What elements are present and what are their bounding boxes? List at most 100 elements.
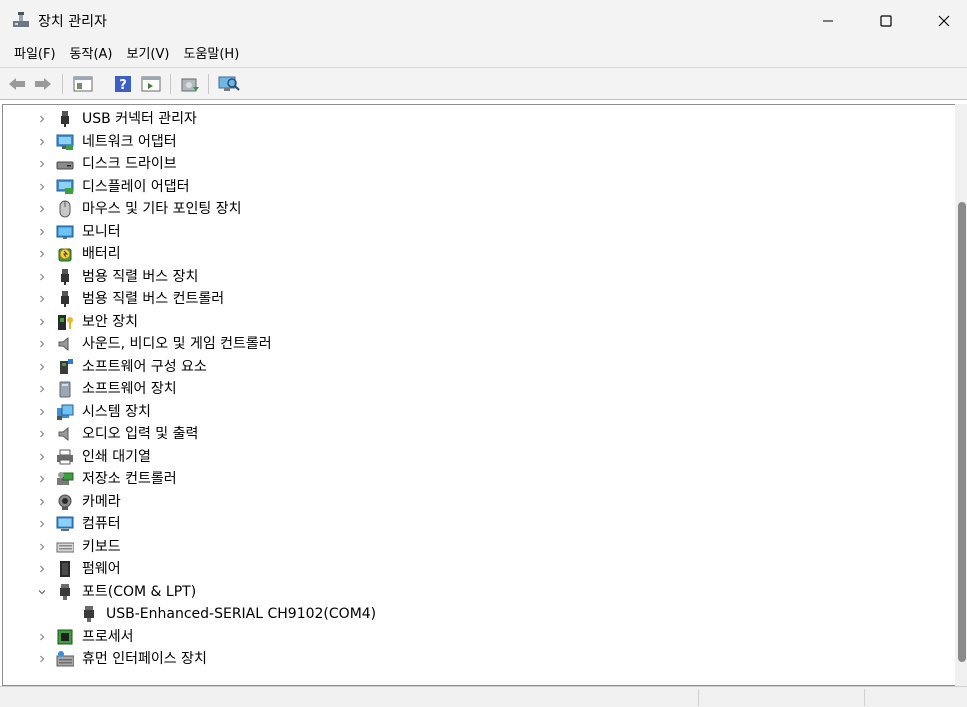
battery-icon	[58, 248, 72, 262]
hid-icon	[56, 651, 74, 667]
display-adapter-icon	[56, 179, 74, 194]
tree-category-item[interactable]: 컴퓨터	[3, 513, 953, 535]
chevron-right-icon[interactable]	[37, 626, 47, 648]
chevron-right-icon[interactable]	[37, 356, 47, 378]
tree-category-item[interactable]: 소프트웨어 장치	[3, 378, 953, 400]
device-manager-window: 장치 관리자 파일(F) 동작(A) 보기(V) 도움말(H) ? USB 커넥…	[0, 0, 967, 707]
chevron-right-icon[interactable]	[37, 153, 47, 175]
view-button[interactable]	[140, 73, 162, 95]
tree-item-label: 카메라	[82, 493, 121, 510]
usb-controller-icon	[61, 291, 69, 307]
tree-item-label: 컴퓨터	[82, 516, 121, 532]
tree-item-label: 디스플레이 어댑터	[82, 178, 190, 195]
menu-file[interactable]: 파일(F)	[8, 41, 62, 68]
tree-item-label: 보안 장치	[82, 313, 138, 330]
chevron-right-icon[interactable]	[37, 108, 47, 130]
firmware-icon	[60, 561, 70, 577]
tree-item-label: 오디오 입력 및 출력	[82, 426, 199, 442]
tree-category-item[interactable]: 오디오 입력 및 출력	[3, 423, 953, 445]
tree-category-item[interactable]: 소프트웨어 구성 요소	[3, 356, 953, 378]
tree-child-item[interactable]: USB-Enhanced-SERIAL CH9102(COM4)	[3, 603, 953, 625]
status-pane	[698, 689, 699, 706]
chevron-right-icon[interactable]	[37, 131, 47, 153]
chevron-down-icon[interactable]	[37, 581, 47, 603]
tree-category-item[interactable]: 네트워크 어댑터	[3, 131, 953, 153]
menu-action[interactable]: 동작(A)	[64, 41, 119, 68]
minimize-button[interactable]	[799, 0, 857, 41]
tree-category-item[interactable]: 보안 장치	[3, 311, 953, 333]
tree-category-item[interactable]: USB 커넥터 관리자	[3, 108, 953, 130]
tree-item-label: 디스크 드라이브	[82, 156, 177, 172]
tree-category-item[interactable]: 카메라	[3, 491, 953, 513]
tree-item-label: 범용 직렬 버스 장치	[82, 268, 199, 285]
tree-category-item[interactable]: 시스템 장치	[3, 401, 953, 423]
chevron-right-icon[interactable]	[37, 558, 47, 580]
tree-category-item[interactable]: 휴먼 인터페이스 장치	[3, 648, 953, 670]
software-component-icon	[60, 358, 73, 374]
chevron-right-icon[interactable]	[37, 513, 47, 535]
tree-category-item[interactable]: 인쇄 대기열	[3, 446, 953, 468]
vertical-scrollbar[interactable]	[955, 104, 967, 686]
status-bar	[0, 686, 967, 707]
back-icon	[9, 78, 25, 90]
tree-category-item[interactable]: 범용 직렬 버스 컨트롤러	[3, 288, 953, 310]
toolbar-separator	[62, 74, 63, 94]
update-driver-button[interactable]	[179, 73, 201, 95]
chevron-right-icon[interactable]	[37, 311, 47, 333]
menu-help[interactable]: 도움말(H)	[177, 41, 245, 68]
port-icon	[60, 583, 70, 600]
properties-button[interactable]	[72, 73, 94, 95]
help-button[interactable]: ?	[112, 73, 134, 95]
toolbar-separator	[208, 74, 209, 94]
menu-bar: 파일(F) 동작(A) 보기(V) 도움말(H)	[0, 41, 967, 68]
tree-item-label: 프로세서	[82, 628, 134, 645]
chevron-right-icon[interactable]	[37, 491, 47, 513]
chevron-right-icon[interactable]	[37, 333, 47, 355]
tree-category-item[interactable]: 디스플레이 어댑터	[3, 176, 953, 198]
chevron-right-icon[interactable]	[37, 198, 47, 220]
back-button[interactable]	[6, 73, 28, 95]
tree-category-item[interactable]: 포트(COM & LPT)	[3, 581, 953, 603]
chevron-right-icon[interactable]	[37, 176, 47, 198]
scrollbar-thumb[interactable]	[958, 202, 966, 662]
properties-icon	[73, 76, 93, 92]
close-button[interactable]	[915, 0, 967, 41]
chevron-right-icon[interactable]	[37, 423, 47, 445]
tree-item-label: 휴먼 인터페이스 장치	[82, 651, 207, 667]
tree-item-label: 펌웨어	[82, 561, 121, 577]
menu-view[interactable]: 보기(V)	[121, 41, 176, 68]
chevron-right-icon[interactable]	[37, 221, 47, 243]
chevron-right-icon[interactable]	[37, 288, 47, 310]
sound-icon	[58, 336, 69, 352]
chevron-right-icon[interactable]	[37, 401, 47, 423]
tree-category-item[interactable]: 디스크 드라이브	[3, 153, 953, 175]
scan-hardware-icon	[218, 76, 240, 91]
network-adapter-icon	[56, 134, 74, 150]
tree-category-item[interactable]: 마우스 및 기타 포인팅 장치	[3, 198, 953, 220]
tree-category-item[interactable]: 범용 직렬 버스 장치	[3, 266, 953, 288]
tree-category-item[interactable]: 저장소 컨트롤러	[3, 468, 953, 490]
chevron-right-icon[interactable]	[37, 468, 47, 490]
tree-item-label: USB-Enhanced-SERIAL CH9102(COM4)	[106, 606, 377, 622]
tree-category-item[interactable]: 모니터	[3, 221, 953, 243]
device-tree[interactable]: USB 커넥터 관리자 네트워크 어댑터디스크 드라이브디스플레이 어댑터마우스 …	[2, 104, 955, 686]
chevron-right-icon[interactable]	[37, 243, 47, 265]
forward-button[interactable]	[32, 73, 54, 95]
status-pane	[864, 689, 865, 706]
chevron-right-icon[interactable]	[37, 446, 47, 468]
scan-hardware-button[interactable]	[218, 73, 240, 95]
help-icon: ?	[115, 76, 131, 93]
tree-category-item[interactable]: 프로세서	[3, 626, 953, 648]
chevron-right-icon[interactable]	[37, 266, 47, 288]
tree-category-item[interactable]: 펌웨어	[3, 558, 953, 580]
toolbar-separator	[170, 74, 171, 94]
maximize-button[interactable]	[857, 0, 915, 41]
tree-category-item[interactable]: 사운드, 비디오 및 게임 컨트롤러	[3, 333, 953, 355]
tree-category-item[interactable]: 배터리	[3, 243, 953, 265]
chevron-right-icon[interactable]	[37, 648, 47, 670]
chevron-right-icon[interactable]	[37, 378, 47, 400]
chevron-right-icon[interactable]	[37, 536, 47, 558]
svg-text:?: ?	[119, 78, 127, 93]
tree-category-item[interactable]: 키보드	[3, 536, 953, 558]
usb-device-icon	[61, 268, 69, 285]
